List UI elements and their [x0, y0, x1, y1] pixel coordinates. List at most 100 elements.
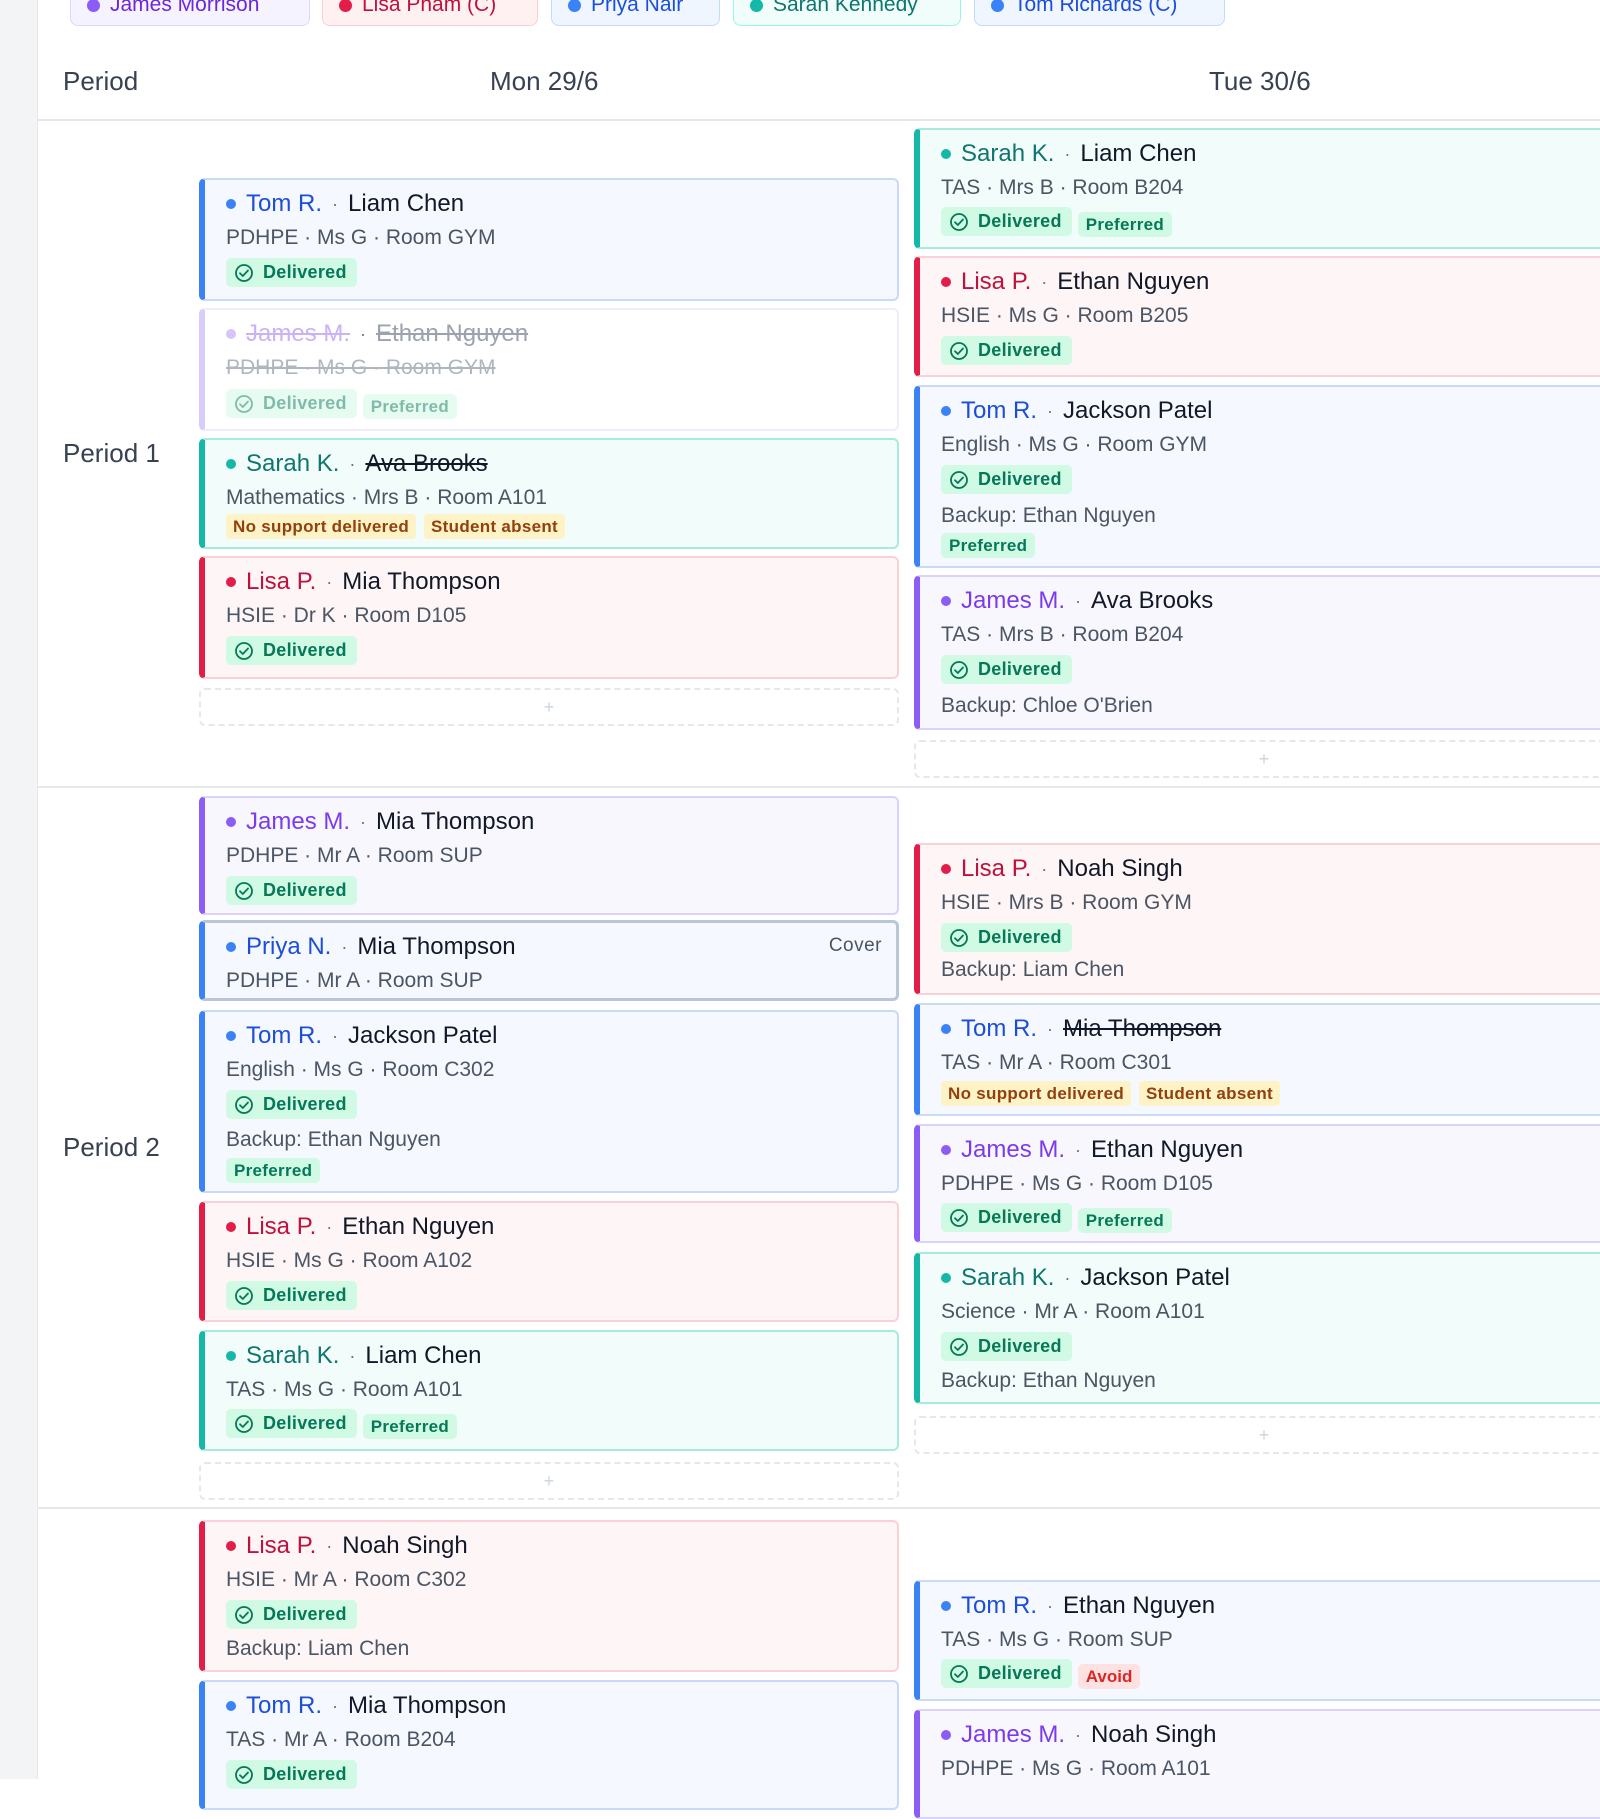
teacher-name: Tom R. — [246, 1022, 323, 1049]
preferred-row: Preferred — [941, 533, 1036, 558]
add-session-slot[interactable]: + — [199, 1462, 899, 1500]
card-heading: Priya N. · Mia Thompson — [226, 933, 516, 961]
session-details: TAS · Ms G · Room A101 — [226, 1378, 463, 1401]
check-circle-icon — [235, 1765, 253, 1784]
session-card[interactable]: Lisa P. · Ethan Nguyen HSIE · Ms G · Roo… — [914, 256, 1600, 377]
delivered-label: Delivered — [263, 1604, 347, 1624]
session-card[interactable]: Sarah K. · Liam Chen TAS · Ms G · Room A… — [199, 1330, 899, 1451]
card-heading: James M. · Ethan Nguyen — [226, 320, 528, 348]
session-card[interactable]: James M. · Mia Thompson PDHPE · Mr A · R… — [199, 796, 899, 915]
session-card[interactable]: Lisa P. · Mia Thompson HSIE · Dr K · Roo… — [199, 556, 899, 679]
session-card[interactable]: James M. · Ava Brooks TAS · Mrs B · Room… — [914, 575, 1600, 730]
session-details: PDHPE · Mr A · Room SUP — [226, 844, 483, 867]
legend-chip-priya-nair[interactable]: Priya Nair — [551, 0, 720, 26]
session-card[interactable]: Tom R. · Ethan Nguyen TAS · Ms G · Room … — [914, 1580, 1600, 1701]
card-heading: James M. · Mia Thompson — [226, 808, 534, 836]
teacher-dot — [941, 1145, 951, 1155]
preferred-badge: Preferred — [1077, 212, 1173, 237]
preferred-badge: Preferred — [941, 533, 1036, 558]
delivered-label: Delivered — [978, 1336, 1062, 1356]
column-header-period: Period — [63, 66, 139, 96]
session-card[interactable]: Sarah K. · Jackson Patel Science · Mr A … — [914, 1252, 1600, 1404]
session-card[interactable]: Sarah K. · Ava Brooks Mathematics · Mrs … — [199, 438, 899, 549]
teacher-dot — [941, 1024, 951, 1034]
session-card[interactable]: James M. · Noah Singh PDHPE · Ms G · Roo… — [914, 1709, 1600, 1819]
check-circle-icon — [235, 641, 253, 660]
student-name: Mia Thompson — [357, 933, 516, 960]
teacher-dot — [226, 1351, 236, 1361]
badge-row: Delivered — [226, 1600, 357, 1629]
session-card[interactable]: Tom R. · Jackson Patel English · Ms G · … — [914, 385, 1600, 568]
session-card[interactable]: Lisa P. · Noah Singh HSIE · Mrs B · Room… — [914, 843, 1600, 995]
separator: · — [1041, 858, 1048, 879]
backup-student: Backup: Ethan Nguyen — [941, 1369, 1156, 1392]
delivered-badge: Delivered — [941, 1332, 1072, 1361]
teacher-dot — [226, 942, 236, 952]
backup-student: Backup: Ethan Nguyen — [226, 1128, 441, 1151]
separator: · — [1064, 143, 1071, 164]
student-name: Noah Singh — [1057, 855, 1183, 882]
session-card[interactable]: Tom R. · Jackson Patel English · Ms G · … — [199, 1010, 899, 1193]
legend-chip-lisa-pham[interactable]: Lisa Pham (C) — [322, 0, 538, 26]
check-circle-icon — [235, 394, 253, 413]
check-circle-icon — [235, 1286, 253, 1305]
column-header-tuesday: Tue 30/6 — [1209, 66, 1311, 96]
session-card-cancelled[interactable]: James M. · Ethan Nguyen PDHPE · Ms G · R… — [199, 308, 899, 431]
session-card[interactable]: Tom R. · Liam Chen PDHPE · Ms G · Room G… — [199, 178, 899, 301]
session-card[interactable]: James M. · Ethan Nguyen PDHPE · Ms G · R… — [914, 1124, 1600, 1243]
teacher-name: Tom R. — [961, 1592, 1038, 1619]
session-card[interactable]: Sarah K. · Liam Chen TAS · Mrs B · Room … — [914, 128, 1600, 249]
teacher-dot — [226, 1222, 236, 1232]
legend-chip-tom-richards[interactable]: Tom Richards (C) — [974, 0, 1225, 26]
badge-row: Delivered — [941, 336, 1072, 365]
card-heading: James M. · Noah Singh — [941, 1721, 1216, 1749]
student-name: Ethan Nguyen — [1091, 1136, 1244, 1163]
delivered-label: Delivered — [263, 1413, 347, 1433]
badge-row: Delivered — [941, 923, 1072, 952]
separator: · — [1075, 590, 1082, 611]
header-divider — [38, 119, 1600, 121]
column-header-monday: Mon 29/6 — [490, 66, 599, 96]
session-card[interactable]: Tom R. · Mia Thompson TAS · Mr A · Room … — [199, 1680, 899, 1810]
session-details: HSIE · Ms G · Room A102 — [226, 1249, 473, 1272]
legend-chip-james-morrison[interactable]: James Morrison — [70, 0, 310, 26]
check-circle-icon — [950, 660, 968, 679]
legend-dot — [87, 0, 100, 12]
student-name: Jackson Patel — [1063, 397, 1213, 424]
teacher-dot — [226, 199, 236, 209]
legend-dot — [750, 0, 763, 12]
legend-chip-sarah-kennedy[interactable]: Sarah Kennedy — [733, 0, 961, 26]
delivered-badge: Delivered — [941, 923, 1072, 952]
delivered-label: Delivered — [978, 659, 1062, 679]
delivered-badge: Delivered — [226, 1090, 357, 1119]
card-heading: Sarah K. · Liam Chen — [226, 1342, 481, 1370]
separator: · — [360, 811, 367, 832]
check-circle-icon — [950, 1337, 968, 1356]
badge-row: No support delivered Student absent — [226, 514, 566, 539]
separator: · — [349, 453, 356, 474]
delivered-badge: Delivered — [226, 1281, 357, 1310]
add-session-slot[interactable]: + — [914, 1416, 1600, 1454]
teacher-dot — [941, 864, 951, 874]
badge-row: No support delivered Student absent — [941, 1081, 1281, 1106]
session-details: PDHPE · Ms G · Room GYM — [226, 226, 496, 249]
preferred-row: Preferred — [226, 1158, 321, 1183]
teacher-name: Lisa P. — [246, 1532, 317, 1559]
check-circle-icon — [950, 470, 968, 489]
session-card-cover[interactable]: Priya N. · Mia Thompson PDHPE · Mr A · R… — [199, 920, 899, 1001]
add-session-slot[interactable]: + — [914, 740, 1600, 778]
teacher-dot — [226, 329, 236, 339]
avoid-badge: Avoid — [1077, 1664, 1141, 1689]
add-session-slot[interactable]: + — [199, 688, 899, 726]
backup-student: Backup: Liam Chen — [941, 958, 1125, 981]
badge-row: Delivered — [226, 1090, 357, 1119]
period-label-1: Period 1 — [63, 438, 160, 468]
student-absent-badge: Student absent — [424, 514, 566, 539]
separator: · — [1041, 271, 1048, 292]
student-absent-badge: Student absent — [1139, 1081, 1281, 1106]
session-card[interactable]: Tom R. · Mia Thompson TAS · Mr A · Room … — [914, 1003, 1600, 1116]
student-name: Noah Singh — [1091, 1721, 1217, 1748]
legend-label: Tom Richards (C) — [1014, 0, 1178, 16]
session-card[interactable]: Lisa P. · Noah Singh HSIE · Mr A · Room … — [199, 1520, 899, 1672]
session-card[interactable]: Lisa P. · Ethan Nguyen HSIE · Ms G · Roo… — [199, 1201, 899, 1322]
